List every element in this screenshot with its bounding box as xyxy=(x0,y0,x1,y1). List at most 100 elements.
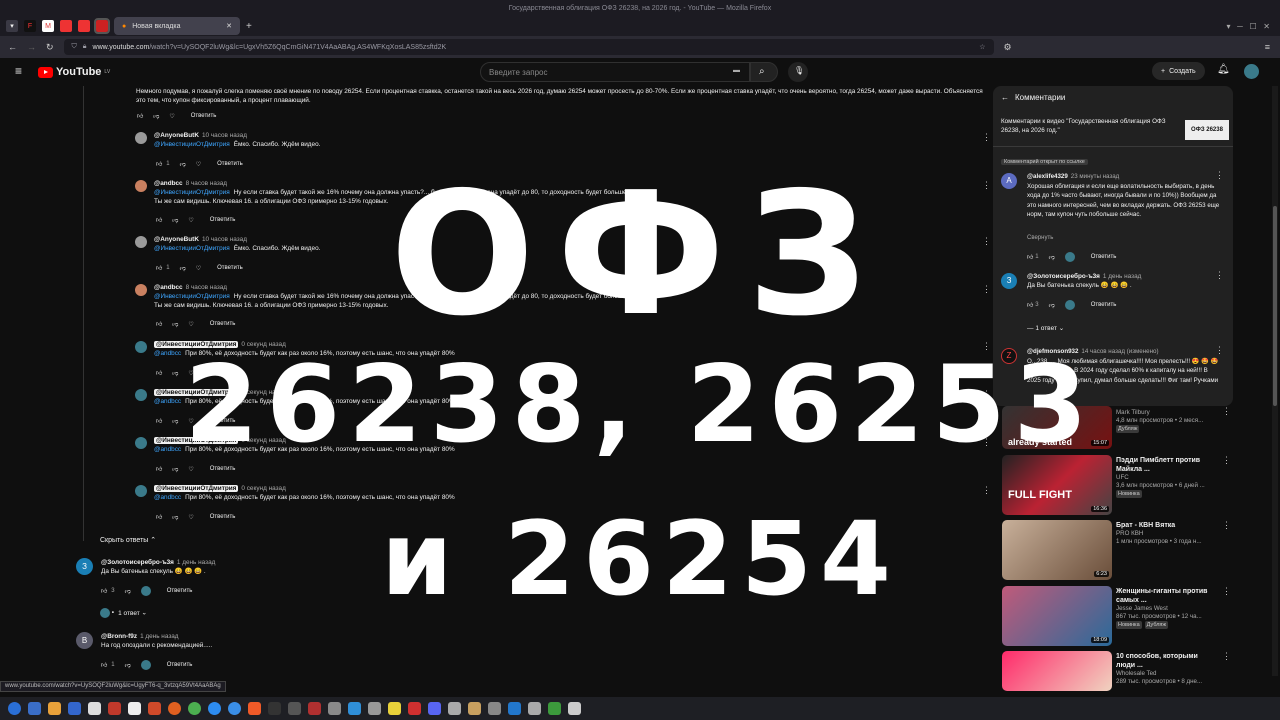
dislike-icon[interactable]: 👎︎ xyxy=(125,661,131,669)
more-icon[interactable]: ⋮ xyxy=(982,389,991,400)
taskbar-app-icon[interactable] xyxy=(148,702,161,715)
heart-icon[interactable]: ♡ xyxy=(188,217,193,224)
like-icon[interactable]: 👍︎ xyxy=(1027,253,1033,261)
youtube-active-tab-icon[interactable] xyxy=(94,18,110,34)
dislike-icon[interactable]: 👎︎ xyxy=(1049,301,1055,309)
reply-mention[interactable]: @ИнвестицииОтДмитрия xyxy=(154,293,230,300)
taskbar-app-icon[interactable] xyxy=(328,702,341,715)
voice-search-button[interactable]: 🎙︎ xyxy=(788,62,808,82)
video-more-icon[interactable]: ⋮ xyxy=(1222,455,1231,466)
telegram-icon[interactable] xyxy=(348,702,361,715)
taskbar-app-icon[interactable] xyxy=(528,702,541,715)
vscode-icon[interactable] xyxy=(508,702,521,715)
dislike-icon[interactable]: 👎︎ xyxy=(180,160,186,168)
extensions-icon[interactable]: ⚙ xyxy=(1004,42,1012,53)
hamburger-icon[interactable]: ≡ xyxy=(15,64,22,78)
heart-icon[interactable]: ♡ xyxy=(169,113,174,120)
comment-author[interactable]: @Золотоисеребро-ъ3я xyxy=(1027,273,1100,280)
video-channel[interactable]: Jesse James West xyxy=(1116,605,1216,613)
page-scrollbar[interactable] xyxy=(1272,86,1278,676)
video-more-icon[interactable]: ⋮ xyxy=(1222,520,1231,531)
commenter-avatar[interactable]: Z xyxy=(1001,348,1017,364)
taskbar-app-icon[interactable] xyxy=(448,702,461,715)
video-thumbnail[interactable]: 18:09 xyxy=(1002,586,1112,646)
more-icon[interactable]: ⋮ xyxy=(982,437,991,448)
search-input[interactable]: Введите запрос xyxy=(480,62,750,82)
keyboard-icon[interactable]: ▬ xyxy=(733,67,740,74)
like-icon[interactable]: 👍︎ xyxy=(156,417,162,425)
more-icon[interactable]: ⋮ xyxy=(1215,270,1224,281)
reply-avatar[interactable] xyxy=(135,180,147,192)
heart-icon[interactable]: ♡ xyxy=(188,321,193,328)
like-icon[interactable]: 👍︎ xyxy=(156,264,162,272)
reply-button[interactable]: Ответить xyxy=(210,321,236,327)
taskbar-app-icon[interactable] xyxy=(28,702,41,715)
video-info[interactable]: Mark Tilbury 4,8 млн просмотров • 2 меся.… xyxy=(1116,409,1216,433)
youtube-tab-icon[interactable] xyxy=(78,20,90,32)
taskbar-app-icon[interactable] xyxy=(88,702,101,715)
reply-button[interactable]: Ответить xyxy=(1091,254,1117,260)
like-icon[interactable]: 👍︎ xyxy=(156,369,162,377)
show-replies-button[interactable]: • 1 ответ ⌄ xyxy=(100,608,147,618)
reply-button[interactable]: Ответить xyxy=(191,113,217,119)
reply-author[interactable]: @AnyoneButK xyxy=(154,236,199,243)
notifications-icon[interactable]: 🔔︎ xyxy=(1217,64,1230,75)
commenter-avatar[interactable]: A xyxy=(1001,173,1017,189)
terminal-icon[interactable] xyxy=(268,702,281,715)
video-title[interactable]: Пэдди Пимблетт против Майкла ... xyxy=(1116,456,1216,474)
taskbar-app-icon[interactable] xyxy=(108,702,121,715)
video-title[interactable]: Брат - КВН Вятка xyxy=(1116,521,1216,530)
pinned-tab-icon[interactable]: F xyxy=(24,20,36,32)
reply-author[interactable]: @ИнвестицииОтДмитрия xyxy=(154,437,239,444)
video-channel[interactable]: Wholesale Ted xyxy=(1116,670,1216,678)
reply-button[interactable]: Ответить xyxy=(210,217,236,223)
heart-icon[interactable]: ♡ xyxy=(188,370,193,377)
taskbar-app-icon[interactable] xyxy=(408,702,421,715)
dislike-icon[interactable]: 👎︎ xyxy=(172,465,178,473)
close-tab-icon[interactable]: ✕ xyxy=(226,22,232,30)
folder-icon[interactable] xyxy=(48,702,61,715)
gmail-tab-icon[interactable]: M xyxy=(42,20,54,32)
more-icon[interactable]: ⋮ xyxy=(1215,345,1224,356)
reply-button[interactable]: Ответить xyxy=(1091,302,1117,308)
user-avatar[interactable] xyxy=(1244,64,1259,79)
url-bar[interactable]: ⛉ 🔒︎ www.youtube.com/watch?v=UySOQF2luWg… xyxy=(63,39,994,55)
video-title[interactable]: Женщины-гиганты против самых ... xyxy=(1116,587,1216,605)
scrollbar-thumb[interactable] xyxy=(1273,206,1277,406)
more-icon[interactable]: ⋮ xyxy=(982,485,991,496)
video-channel[interactable]: UFC xyxy=(1116,474,1216,482)
taskbar-app-icon[interactable] xyxy=(488,702,501,715)
comment-author[interactable]: @Bronn-f9z xyxy=(101,633,137,640)
search-button[interactable]: ⌕ xyxy=(750,62,778,82)
like-icon[interactable]: 👍︎ xyxy=(156,513,162,521)
like-icon[interactable]: 👍︎ xyxy=(101,587,107,595)
video-channel[interactable]: PRO КВН xyxy=(1116,530,1216,538)
taskbar-app-icon[interactable] xyxy=(388,702,401,715)
reply-mention[interactable]: @andbcc xyxy=(154,398,181,405)
menu-icon[interactable]: ≡ xyxy=(1265,42,1270,52)
like-icon[interactable]: 👍︎ xyxy=(1027,301,1033,309)
show-replies-button[interactable]: — 1 ответ ⌄ xyxy=(1027,324,1064,332)
reply-avatar[interactable] xyxy=(135,284,147,296)
window-controls[interactable]: ▾ ─ ☐ ✕ xyxy=(1226,22,1270,31)
reply-avatar[interactable] xyxy=(135,437,147,449)
video-info[interactable]: Женщины-гиганты против самых ... Jesse Ja… xyxy=(1116,587,1216,629)
heart-icon[interactable]: ♡ xyxy=(196,265,201,272)
reply-avatar[interactable] xyxy=(135,236,147,248)
bookmark-star-icon[interactable]: ☆ xyxy=(979,43,985,51)
new-tab-button[interactable]: + xyxy=(246,21,252,32)
taskbar-app-icon[interactable] xyxy=(568,702,581,715)
video-thumbnail[interactable]: already started 15:07 xyxy=(1002,406,1112,449)
video-channel[interactable]: Mark Tilbury xyxy=(1116,409,1216,417)
taskbar-app-icon[interactable] xyxy=(468,702,481,715)
dislike-icon[interactable]: 👎︎ xyxy=(180,264,186,272)
dislike-icon[interactable]: 👎︎ xyxy=(153,112,159,120)
dislike-icon[interactable]: 👎︎ xyxy=(125,587,131,595)
video-more-icon[interactable]: ⋮ xyxy=(1222,651,1231,662)
heart-icon[interactable]: ♡ xyxy=(188,418,193,425)
hide-replies-button[interactable]: Скрыть ответы ⌃ xyxy=(100,536,156,544)
firefox-taskbar-icon[interactable] xyxy=(168,702,181,715)
taskbar-app-icon[interactable] xyxy=(68,702,81,715)
back-icon[interactable]: ← xyxy=(8,42,17,52)
dislike-icon[interactable]: 👎︎ xyxy=(172,369,178,377)
